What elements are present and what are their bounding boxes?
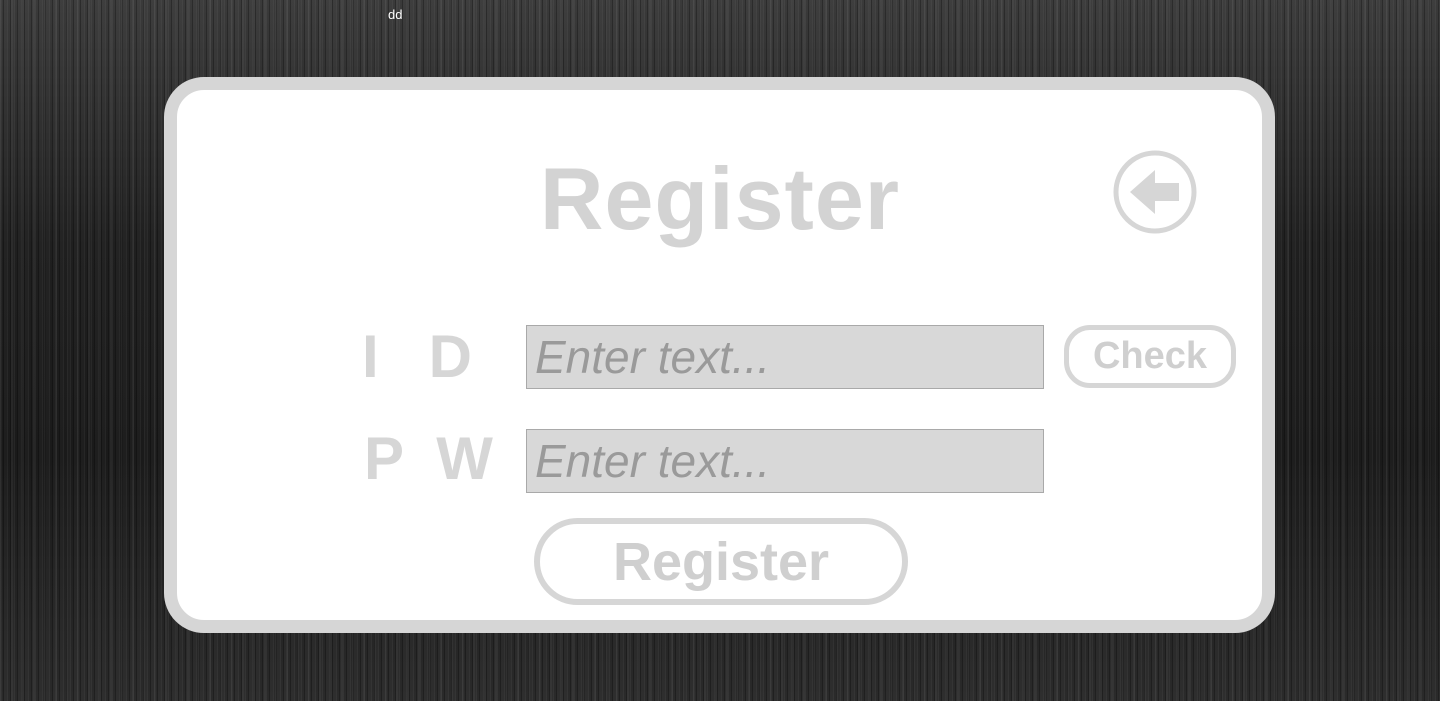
register-button[interactable]: Register [534, 518, 908, 605]
back-button[interactable] [1113, 150, 1197, 234]
pw-input[interactable] [526, 429, 1044, 493]
register-title: Register [539, 149, 901, 248]
debug-text: dd [388, 7, 403, 22]
arrow-left-circle-icon [1113, 150, 1197, 234]
id-input[interactable] [526, 325, 1044, 389]
check-button[interactable]: Check [1064, 325, 1236, 388]
pw-label: P W [364, 425, 493, 492]
id-label: I D [362, 323, 473, 390]
